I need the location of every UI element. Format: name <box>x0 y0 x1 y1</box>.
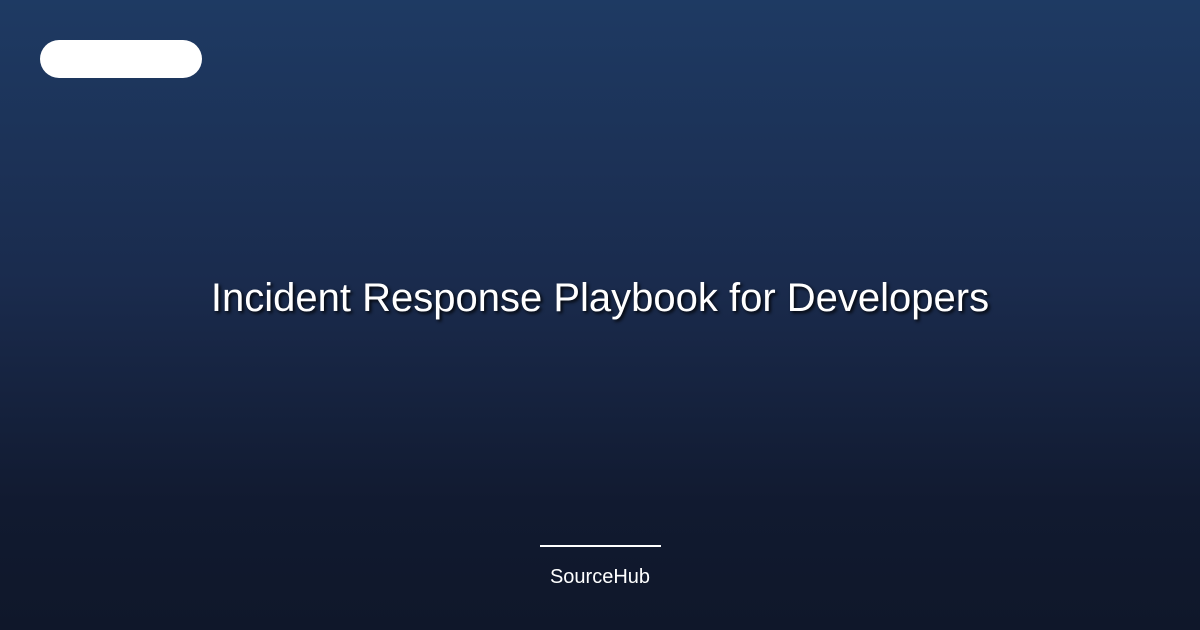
logo-pill <box>40 40 202 78</box>
brand-name: SourceHub <box>549 566 651 588</box>
divider <box>540 545 661 547</box>
social-share-card: Incident Response Playbook for Developer… <box>0 0 1200 630</box>
article-title: Incident Response Playbook for Developer… <box>210 276 990 320</box>
